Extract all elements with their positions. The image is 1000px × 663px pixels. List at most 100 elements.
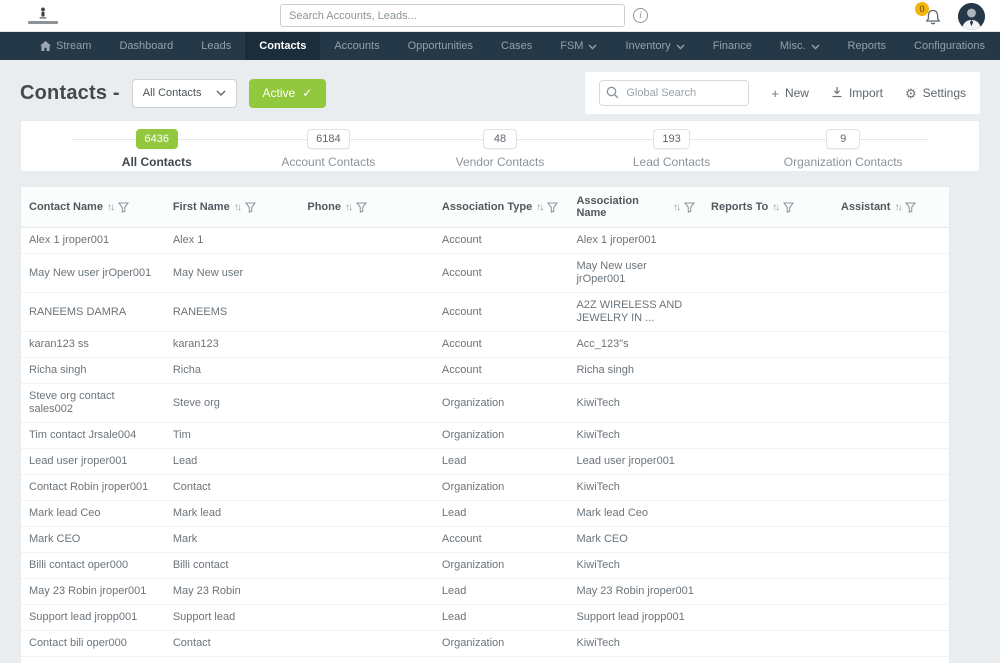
table-row[interactable]: May 23 Robin jroper001 May 23 Robin Lead…: [21, 579, 949, 605]
table-row[interactable]: RANEEMS DAMRA RANEEMS Account A2Z WIRELE…: [21, 293, 949, 332]
column-header[interactable]: Assistant ↑↓: [833, 187, 949, 227]
stat-tab[interactable]: 193 Lead Contacts: [586, 129, 758, 171]
filter-funnel-icon[interactable]: [118, 202, 129, 213]
stat-count-badge: 6184: [307, 129, 349, 149]
active-status-button[interactable]: Active ✓: [249, 79, 327, 108]
filter-funnel-icon[interactable]: [245, 202, 256, 213]
header-toolbar: + New Import ⚙ Settings: [585, 72, 980, 114]
sort-icon[interactable]: ↑↓: [536, 202, 542, 213]
nav-item[interactable]: Dashboard: [105, 32, 187, 60]
nav-item-label: Accounts: [334, 40, 379, 52]
cell-phone: [299, 384, 434, 422]
table-row[interactable]: Billi contact oper000 Billi contact Orga…: [21, 553, 949, 579]
filter-funnel-icon[interactable]: [547, 202, 558, 213]
settings-button[interactable]: ⚙ Settings: [905, 86, 966, 100]
cell-assistant: [833, 449, 949, 474]
nav-item[interactable]: Accounts: [320, 32, 393, 60]
check-icon: ✓: [302, 86, 312, 100]
filter-funnel-icon[interactable]: [684, 202, 695, 213]
nav-item[interactable]: Contacts: [245, 32, 320, 60]
stat-tab[interactable]: 6184 Account Contacts: [243, 129, 415, 171]
filter-funnel-icon[interactable]: [783, 202, 794, 213]
filter-funnel-icon[interactable]: [356, 202, 367, 213]
nav-item[interactable]: Opportunities: [394, 32, 487, 60]
cell-reports-to: [703, 358, 833, 383]
new-button[interactable]: + New: [771, 86, 809, 100]
table-row[interactable]: Mark lead Ceo Mark lead Lead Mark lead C…: [21, 501, 949, 527]
user-avatar[interactable]: [958, 3, 985, 30]
nav-item[interactable]: Misc.: [766, 32, 834, 60]
nav-item[interactable]: Stream: [26, 32, 105, 60]
sort-icon[interactable]: ↑↓: [894, 202, 900, 213]
search-input[interactable]: [280, 4, 625, 27]
cell-first-name: karan123: [165, 332, 300, 357]
cell-phone: [299, 553, 434, 578]
cell-contact-name: Contact bili oper000: [21, 631, 165, 656]
info-icon[interactable]: i: [633, 8, 648, 23]
cell-association-type: Organization: [434, 631, 569, 656]
home-icon: [40, 41, 51, 51]
table-row[interactable]: May New user jrOper001 May New user Acco…: [21, 254, 949, 293]
stat-tab-label: All Contacts: [71, 155, 243, 169]
column-header[interactable]: First Name ↑↓: [165, 187, 300, 227]
stat-tab-label: Organization Contacts: [757, 155, 929, 169]
cell-association-name: Richa singh: [568, 358, 703, 383]
nav-item[interactable]: FSM: [546, 32, 611, 60]
nav-item-label: Contacts: [259, 40, 306, 52]
contacts-filter-select[interactable]: All Contacts: [132, 79, 237, 108]
sort-icon[interactable]: ↑↓: [772, 202, 778, 213]
chevron-down-icon: [811, 43, 820, 50]
table-row[interactable]: Mark CEO Mark Account Mark CEO: [21, 527, 949, 553]
table-row[interactable]: Contact bili oper000 Contact Organizatio…: [21, 631, 949, 657]
table-body: Alex 1 jroper001 Alex 1 Account Alex 1 j…: [21, 228, 949, 657]
cell-reports-to: [703, 423, 833, 448]
cell-assistant: [833, 475, 949, 500]
sort-icon[interactable]: ↑↓: [673, 202, 679, 213]
column-header[interactable]: Contact Name ↑↓: [21, 187, 165, 227]
import-button[interactable]: Import: [831, 86, 883, 101]
notification-bell-button[interactable]: 0: [920, 4, 946, 30]
nav-item-label: Dashboard: [119, 40, 173, 52]
table-row[interactable]: Alex 1 jroper001 Alex 1 Account Alex 1 j…: [21, 228, 949, 254]
sort-icon[interactable]: ↑↓: [234, 202, 240, 213]
table-row[interactable]: Contact Robin jroper001 Contact Organiza…: [21, 475, 949, 501]
cell-assistant: [833, 254, 949, 292]
main-navbar: Stream Dashboard Leads Contacts Accounts: [0, 32, 1000, 60]
table-row[interactable]: Richa singh Richa Account Richa singh: [21, 358, 949, 384]
column-header[interactable]: Reports To ↑↓: [703, 187, 833, 227]
stat-tab[interactable]: 48 Vendor Contacts: [414, 129, 586, 171]
table-row[interactable]: Steve org contact sales002 Steve org Org…: [21, 384, 949, 423]
column-header[interactable]: Association Name ↑↓: [568, 187, 703, 227]
filter-funnel-icon[interactable]: [905, 202, 916, 213]
cell-reports-to: [703, 553, 833, 578]
sort-icon[interactable]: ↑↓: [345, 202, 351, 213]
import-button-label: Import: [849, 86, 883, 100]
page-header: Contacts - All Contacts Active ✓: [20, 72, 980, 114]
nav-item[interactable]: Reports: [834, 32, 901, 60]
table-row[interactable]: karan123 ss karan123 Account Acc_123"s: [21, 332, 949, 358]
stat-tab-label: Lead Contacts: [586, 155, 758, 169]
table-row[interactable]: Lead user jroper001 Lead Lead Lead user …: [21, 449, 949, 475]
cell-reports-to: [703, 449, 833, 474]
stat-tab[interactable]: 6436 All Contacts: [71, 129, 243, 171]
cell-contact-name: Billi contact oper000: [21, 553, 165, 578]
column-header[interactable]: Phone ↑↓: [299, 187, 434, 227]
column-header[interactable]: Association Type ↑↓: [434, 187, 569, 227]
app-logo-icon[interactable]: [26, 7, 60, 24]
cell-phone: [299, 293, 434, 331]
nav-item[interactable]: Leads: [187, 32, 245, 60]
cell-reports-to: [703, 228, 833, 253]
nav-item[interactable]: Inventory: [611, 32, 698, 60]
global-search-input[interactable]: [599, 80, 749, 106]
avatar-person-icon: [958, 3, 985, 30]
nav-item[interactable]: Finance: [699, 32, 766, 60]
table-row[interactable]: Tim contact Jrsale004 Tim Organization K…: [21, 423, 949, 449]
cell-first-name: May 23 Robin: [165, 579, 300, 604]
sort-icon[interactable]: ↑↓: [107, 202, 113, 213]
stat-tab[interactable]: 9 Organization Contacts: [757, 129, 929, 171]
nav-item[interactable]: Cases: [487, 32, 546, 60]
table-row[interactable]: Support lead jropp001 Support lead Lead …: [21, 605, 949, 631]
cell-reports-to: [703, 605, 833, 630]
nav-item[interactable]: Configurations: [900, 32, 999, 60]
topbar: i 0: [0, 0, 1000, 32]
